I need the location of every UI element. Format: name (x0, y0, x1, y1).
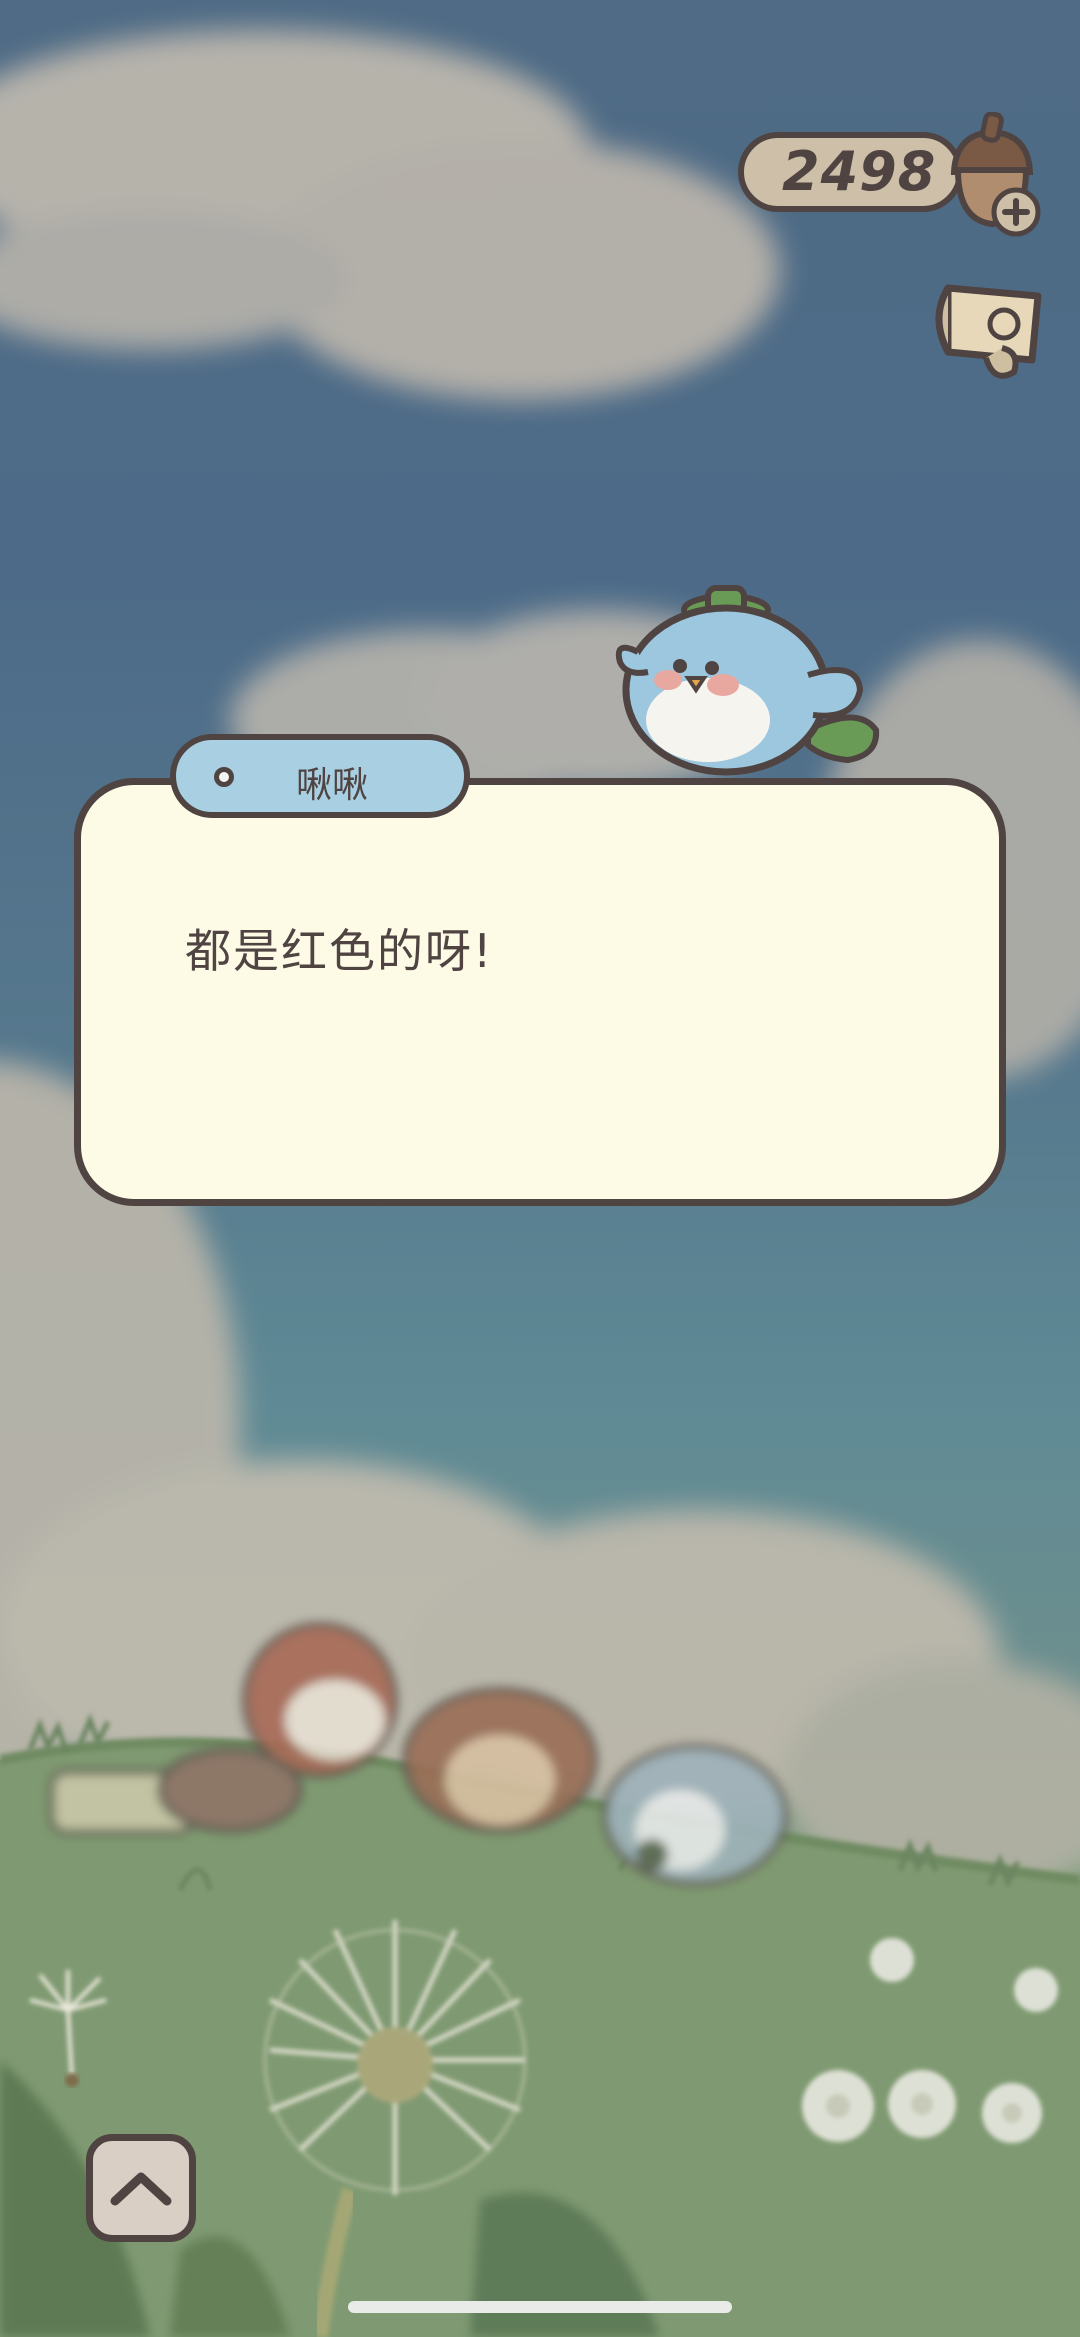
speaker-dot-icon (214, 767, 234, 787)
scroll-map-icon[interactable] (928, 268, 1058, 388)
speaker-name: 啾啾 (296, 765, 369, 806)
currency-amount: 2498 (782, 140, 937, 203)
home-indicator[interactable] (348, 2301, 732, 2313)
dialog-box[interactable]: 都是红色的呀! (74, 778, 1006, 1206)
game-screen: 2498 啾啾 都是红色的呀! (0, 0, 1080, 2337)
speaker-name-tab: 啾啾 (170, 734, 470, 818)
expand-menu-button[interactable] (86, 2134, 196, 2242)
bird-character (615, 585, 880, 776)
acorn-currency-counter[interactable]: 2498 (738, 112, 1041, 237)
acorn-icon (950, 112, 1041, 237)
dialog-text: 都是红色的呀! (185, 924, 494, 978)
cloud-top (0, 30, 780, 400)
chevron-up-icon (110, 2172, 172, 2206)
